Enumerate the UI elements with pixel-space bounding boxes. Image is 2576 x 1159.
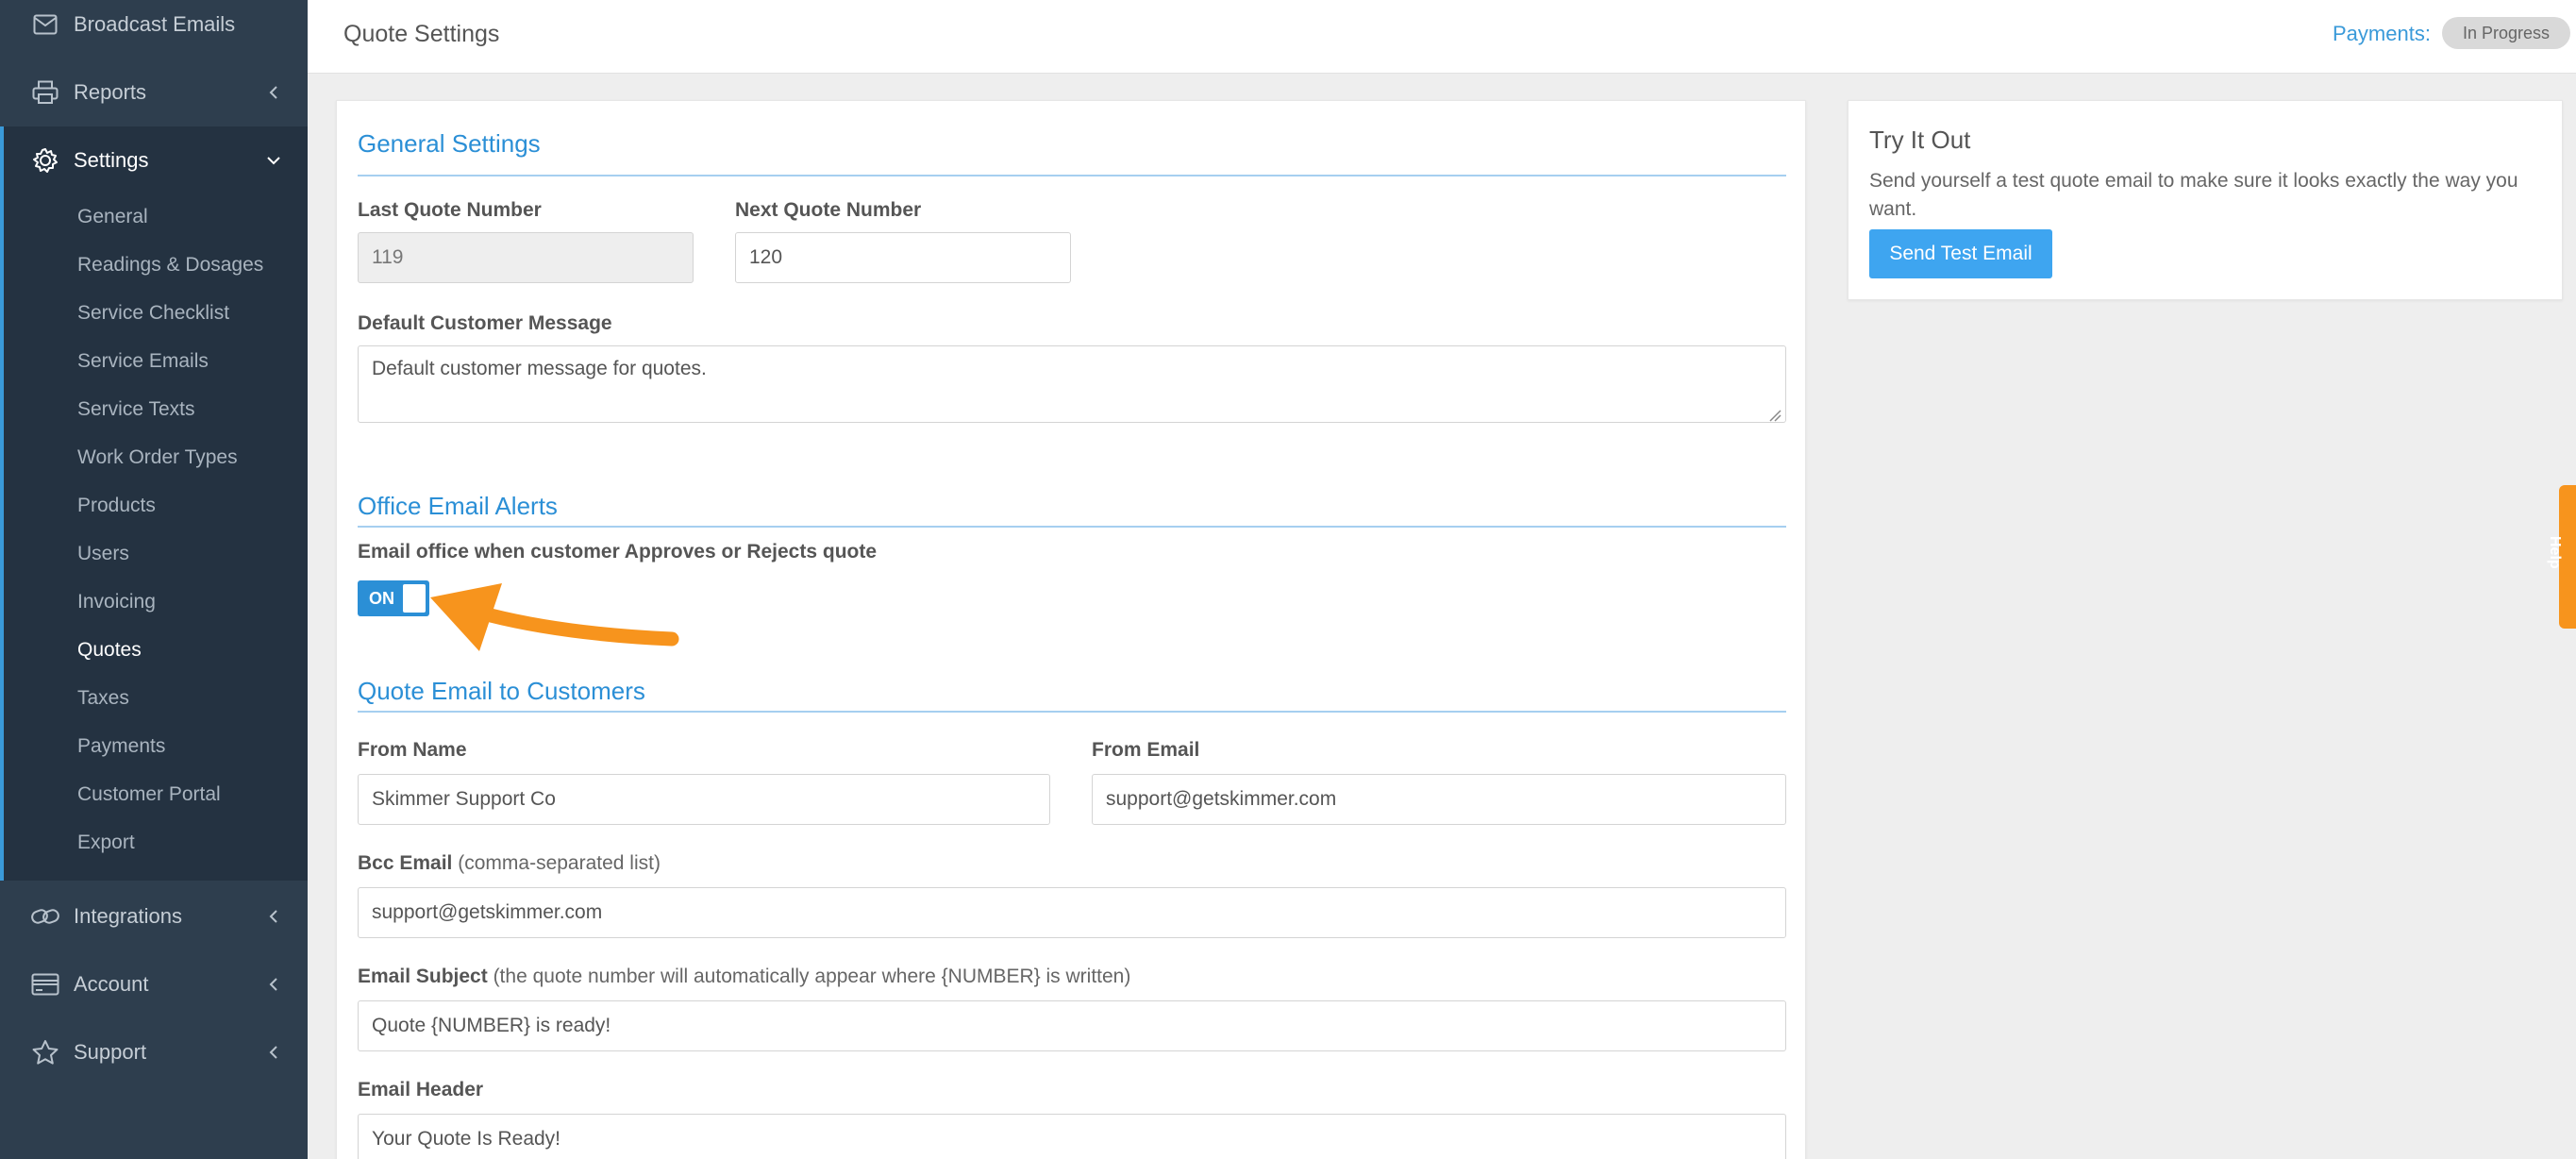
settings-sub-users[interactable]: Users <box>77 543 129 565</box>
settings-sub-products[interactable]: Products <box>77 495 156 517</box>
email-subject-hint: (the quote number will automatically app… <box>493 966 1131 987</box>
settings-sub-service-texts[interactable]: Service Texts <box>77 398 195 421</box>
sidebar-item-broadcast-emails[interactable]: Broadcast Emails <box>0 0 308 59</box>
settings-sub-quotes[interactable]: Quotes <box>77 639 142 662</box>
star-icon <box>30 1037 60 1067</box>
settings-group: Settings General Readings & Dosages Serv… <box>0 126 308 881</box>
from-email-label: From Email <box>1092 739 1200 761</box>
email-office-toggle-label: Email office when customer Approves or R… <box>358 541 878 563</box>
printer-icon <box>30 77 60 108</box>
settings-sub-export[interactable]: Export <box>77 831 135 854</box>
from-name-label: From Name <box>358 739 467 761</box>
next-quote-number-input[interactable]: 120 <box>735 232 1071 283</box>
resize-handle-icon[interactable] <box>1768 405 1781 422</box>
send-test-email-button[interactable]: Send Test Email <box>1869 229 2052 278</box>
sidebar-item-label: Account <box>74 972 149 996</box>
payments-status-badge: In Progress <box>2442 17 2571 49</box>
sidebar-item-account[interactable]: Account <box>0 950 308 1018</box>
credit-card-icon <box>30 969 60 999</box>
settings-sub-invoicing[interactable]: Invoicing <box>77 591 156 613</box>
settings-sub-taxes[interactable]: Taxes <box>77 687 129 710</box>
from-email-input[interactable]: support@getskimmer.com <box>1092 774 1786 825</box>
default-customer-message-text: Default customer message for quotes. <box>372 358 707 379</box>
bcc-email-input[interactable]: support@getskimmer.com <box>358 887 1786 938</box>
sidebar-item-integrations[interactable]: Integrations <box>0 882 308 950</box>
sidebar-item-label: Support <box>74 1040 147 1064</box>
try-it-out-title: Try It Out <box>1869 126 1971 154</box>
section-divider <box>358 175 1786 176</box>
help-tab[interactable]: Help <box>2547 485 2576 629</box>
sidebar-item-settings[interactable]: Settings <box>0 126 308 194</box>
settings-sub-customer-portal[interactable]: Customer Portal <box>77 783 221 806</box>
toggle-state-text: ON <box>369 589 394 608</box>
email-header-input[interactable]: Your Quote Is Ready! <box>358 1114 1786 1159</box>
general-settings-title: General Settings <box>358 129 541 158</box>
settings-sub-service-emails[interactable]: Service Emails <box>77 350 209 373</box>
sidebar-item-reports[interactable]: Reports <box>0 59 308 126</box>
email-subject-input[interactable]: Quote {NUMBER} is ready! <box>358 1000 1786 1051</box>
link-icon <box>30 901 60 932</box>
quote-settings-card: General Settings Last Quote Number 119 N… <box>336 100 1806 1159</box>
bcc-email-label-text: Bcc Email <box>358 852 453 874</box>
chevron-left-icon <box>264 975 283 994</box>
sidebar-item-label: Broadcast Emails <box>74 12 236 36</box>
settings-sub-readings-dosages[interactable]: Readings & Dosages <box>77 254 263 277</box>
chevron-left-icon <box>264 1043 283 1062</box>
chevron-down-icon <box>264 151 283 170</box>
envelope-icon <box>30 9 60 40</box>
email-office-toggle[interactable]: ON <box>358 580 429 616</box>
settings-sub-work-order-types[interactable]: Work Order Types <box>77 446 238 469</box>
default-customer-message-label: Default Customer Message <box>358 312 612 334</box>
try-it-out-card: Try It Out Send yourself a test quote em… <box>1848 100 2563 300</box>
last-quote-number-field: 119 <box>358 232 694 283</box>
last-quote-number-label: Last Quote Number <box>358 199 542 221</box>
office-email-alerts-title: Office Email Alerts <box>358 492 558 520</box>
toggle-knob <box>403 584 426 613</box>
from-name-input[interactable]: Skimmer Support Co <box>358 774 1050 825</box>
gear-icon <box>30 145 60 176</box>
bcc-email-label: Bcc Email (comma-separated list) <box>358 852 661 875</box>
email-subject-label: Email Subject (the quote number will aut… <box>358 966 1130 988</box>
payments-link[interactable]: Payments: <box>2333 22 2431 46</box>
quote-email-title: Quote Email to Customers <box>358 677 645 705</box>
bcc-email-hint: (comma-separated list) <box>458 852 661 874</box>
sidebar: Broadcast Emails Reports Settings Genera… <box>0 0 308 1159</box>
sidebar-item-label: Settings <box>74 148 149 172</box>
settings-sub-general[interactable]: General <box>77 206 148 228</box>
help-tab-label: Help <box>2547 536 2563 569</box>
next-quote-number-label: Next Quote Number <box>735 199 922 221</box>
sidebar-item-label: Reports <box>74 80 147 104</box>
settings-sub-service-checklist[interactable]: Service Checklist <box>77 302 229 325</box>
try-it-out-description: Send yourself a test quote email to make… <box>1869 170 2518 220</box>
sidebar-item-support[interactable]: Support <box>0 1018 308 1086</box>
section-divider <box>358 711 1786 713</box>
settings-sub-payments[interactable]: Payments <box>77 735 165 758</box>
chevron-left-icon <box>264 83 283 102</box>
default-customer-message-textarea[interactable]: Default customer message for quotes. <box>358 345 1786 423</box>
email-header-label: Email Header <box>358 1079 484 1100</box>
email-subject-label-text: Email Subject <box>358 966 488 987</box>
sidebar-item-label: Integrations <box>74 904 182 928</box>
top-bar: Quote Settings Payments: In Progress <box>308 0 2576 74</box>
chevron-left-icon <box>264 907 283 926</box>
section-divider <box>358 526 1786 528</box>
page-title: Quote Settings <box>343 21 500 47</box>
